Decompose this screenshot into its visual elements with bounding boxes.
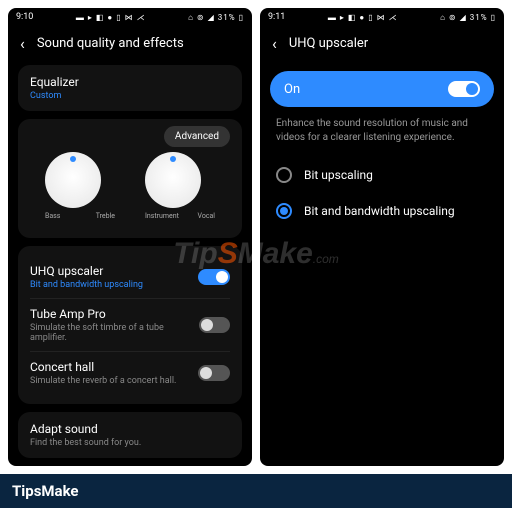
setting-sub: Find the best sound for you.: [30, 438, 230, 448]
status-icons-right: ⌂ ⊚ ◢ 31% ▯: [188, 13, 244, 22]
advanced-button[interactable]: Advanced: [164, 126, 230, 147]
toggle-switch[interactable]: [198, 365, 230, 381]
page-title: UHQ upscaler: [289, 36, 368, 51]
status-bar: 9:11 ▬ ▸ ◧ ● ▯ ⋈ ⋌ ⌂ ⊚ ◢ 31% ▯: [260, 8, 504, 26]
on-label: On: [284, 82, 300, 97]
screenshot-pair: 9:10 ▬ ▸ ◧ ● ▯ ⋈ ⋌ ⌂ ⊚ ◢ 31% ▯ ‹ Sound q…: [0, 0, 512, 474]
toggle-switch[interactable]: [199, 317, 230, 333]
status-icons-right: ⌂ ⊚ ◢ 31% ▯: [440, 13, 496, 22]
equalizer-title: Equalizer: [30, 75, 230, 89]
option-label: Bit and bandwidth upscaling: [304, 204, 455, 218]
status-time: 9:11: [268, 12, 285, 22]
equalizer-sub: Custom: [30, 91, 230, 101]
knob-label: Instrument: [145, 212, 179, 220]
radio-icon[interactable]: [276, 203, 292, 219]
back-icon[interactable]: ‹: [272, 34, 277, 53]
status-icons-left: ▬ ▸ ◧ ● ▯ ⋈ ⋌: [328, 13, 398, 22]
phone-left: 9:10 ▬ ▸ ◧ ● ▯ ⋈ ⋌ ⌂ ⊚ ◢ 31% ▯ ‹ Sound q…: [8, 8, 252, 466]
dial-icon[interactable]: [145, 152, 201, 208]
option-label: Bit upscaling: [304, 168, 373, 182]
footer-brand: TipsMake: [0, 474, 512, 508]
toggle-switch[interactable]: [198, 269, 230, 285]
page-title: Sound quality and effects: [37, 36, 184, 51]
dial-icon[interactable]: [45, 152, 101, 208]
setting-concert-hall[interactable]: Concert hall Simulate the reverb of a co…: [30, 351, 230, 394]
status-bar: 9:10 ▬ ▸ ◧ ● ▯ ⋈ ⋌ ⌂ ⊚ ◢ 31% ▯: [8, 8, 252, 26]
radio-icon[interactable]: [276, 167, 292, 183]
option-bit-upscaling[interactable]: Bit upscaling: [260, 157, 504, 193]
setting-title: Adapt sound: [30, 422, 230, 436]
setting-title: Concert hall: [30, 360, 176, 374]
setting-sub: Simulate the reverb of a concert hall.: [30, 376, 176, 386]
page-header: ‹ Sound quality and effects: [8, 26, 252, 65]
setting-title: UHQ upscaler: [30, 264, 143, 278]
setting-sub: Simulate the soft timbre of a tube ampli…: [30, 323, 199, 343]
knob-label: Treble: [96, 212, 115, 220]
knob-instrument-vocal[interactable]: Instrument Vocal: [145, 152, 215, 220]
phone-right: 9:11 ▬ ▸ ◧ ● ▯ ⋈ ⋌ ⌂ ⊚ ◢ 31% ▯ ‹ UHQ ups…: [260, 8, 504, 466]
option-bit-bandwidth[interactable]: Bit and bandwidth upscaling: [260, 193, 504, 229]
tone-card: Advanced Bass Treble Instrument: [18, 119, 242, 238]
adapt-card[interactable]: Adapt sound Find the best sound for you.: [18, 412, 242, 458]
setting-tube-amp[interactable]: Tube Amp Pro Simulate the soft timbre of…: [30, 298, 230, 351]
setting-title: Tube Amp Pro: [30, 307, 199, 321]
description-text: Enhance the sound resolution of music an…: [260, 117, 504, 157]
master-toggle[interactable]: On .blue-bar .toggle.on::after{backgroun…: [270, 71, 494, 107]
effects-card: UHQ upscaler Bit and bandwidth upscaling…: [18, 246, 242, 404]
knob-bass-treble[interactable]: Bass Treble: [45, 152, 115, 220]
knob-label: Vocal: [198, 212, 215, 220]
knob-label: Bass: [45, 212, 60, 220]
setting-uhq[interactable]: UHQ upscaler Bit and bandwidth upscaling: [30, 256, 230, 298]
back-icon[interactable]: ‹: [20, 34, 25, 53]
page-header: ‹ UHQ upscaler: [260, 26, 504, 65]
equalizer-card[interactable]: Equalizer Custom: [18, 65, 242, 111]
status-icons-left: ▬ ▸ ◧ ● ▯ ⋈ ⋌: [76, 13, 146, 22]
setting-sub: Bit and bandwidth upscaling: [30, 280, 143, 290]
status-time: 9:10: [16, 12, 33, 22]
